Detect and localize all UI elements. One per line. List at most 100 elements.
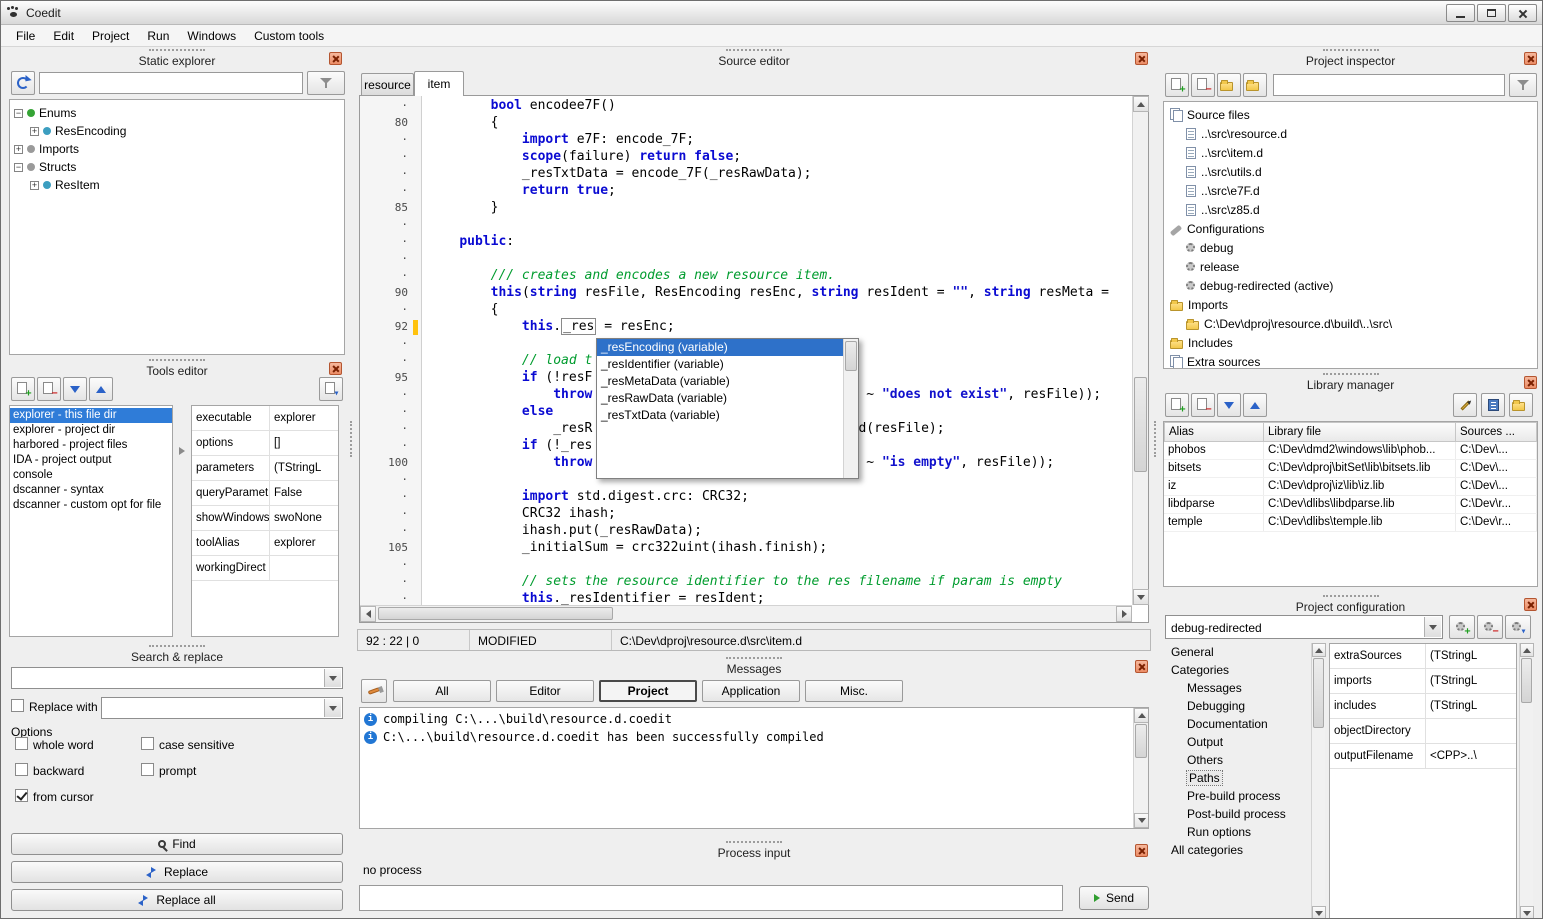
column-header-library-file[interactable]: Library file <box>1264 422 1456 442</box>
inspector-item-src-utils-d[interactable]: ..\src\utils.d <box>1164 162 1537 181</box>
code-line[interactable]: · /// creates and encodes a new resource… <box>360 268 1132 285</box>
dropdown-button[interactable] <box>324 699 341 717</box>
move-library-down-button[interactable] <box>1217 393 1241 417</box>
remove-tool-button[interactable]: − <box>37 377 61 401</box>
code-line[interactable]: · import std.digest.crc: CRC32; <box>360 489 1132 506</box>
property-row-workingdirect[interactable]: workingDirect <box>192 556 338 581</box>
category-documentation[interactable]: Documentation <box>1165 715 1309 733</box>
filter-misc[interactable]: Misc. <box>805 680 903 702</box>
tree-item-resencoding[interactable]: +ResEncoding <box>10 122 344 140</box>
code-line[interactable]: · <box>360 557 1132 574</box>
menu-custom-tools[interactable]: Custom tools <box>245 26 333 46</box>
add-library-folder-button[interactable] <box>1509 393 1533 417</box>
category-general[interactable]: General <box>1165 643 1309 661</box>
collapse-icon[interactable]: − <box>14 109 23 118</box>
send-button[interactable]: Send <box>1079 886 1149 910</box>
library-row-libdparse[interactable]: libdparseC:\Dev\dlibs\libdparse.libC:\De… <box>1164 496 1537 514</box>
replace-term-combo[interactable] <box>101 697 343 719</box>
property-value[interactable]: explorer <box>270 406 338 430</box>
panel-close-icon[interactable] <box>1135 660 1148 673</box>
scroll-left-button[interactable] <box>360 606 376 622</box>
dropdown-button[interactable] <box>324 669 341 687</box>
property-row-extrasources[interactable]: extraSources(TStringL <box>1330 644 1516 669</box>
property-row-imports[interactable]: imports(TStringL <box>1330 669 1516 694</box>
inspector-item-release[interactable]: release <box>1164 257 1537 276</box>
tool-item-ida-project-output[interactable]: IDA - project output <box>10 453 172 468</box>
filter-project[interactable]: Project <box>599 680 697 702</box>
category-pre-build-process[interactable]: Pre-build process <box>1165 787 1309 805</box>
completion-item-residentifier-variable[interactable]: _resIdentifier (variable) <box>597 356 858 373</box>
code-line[interactable]: 90 this(string resFile, ResEncoding resE… <box>360 285 1132 302</box>
category-debugging[interactable]: Debugging <box>1165 697 1309 715</box>
menu-project[interactable]: Project <box>83 26 138 46</box>
find-button[interactable]: Find <box>11 833 343 855</box>
property-value[interactable]: (TStringL <box>1426 669 1516 693</box>
add-library-button[interactable]: + <box>1165 393 1189 417</box>
drag-grip-icon[interactable] <box>149 49 205 51</box>
drag-grip-icon[interactable] <box>1323 373 1379 375</box>
scrollbar-thumb[interactable] <box>1135 724 1147 758</box>
clone-configuration-button[interactable]: ▾ <box>1505 615 1531 639</box>
drag-grip-icon[interactable] <box>726 49 782 51</box>
property-value[interactable]: (TStringL <box>1426 694 1516 718</box>
process-input-field[interactable] <box>359 885 1063 911</box>
property-row-executable[interactable]: executableexplorer <box>192 406 338 431</box>
prompt-checkbox[interactable] <box>141 763 154 776</box>
move-up-button[interactable] <box>89 377 113 401</box>
tool-item-dscanner-syntax[interactable]: dscanner - syntax <box>10 483 172 498</box>
code-line[interactable]: · public: <box>360 234 1132 251</box>
symbol-filter-input[interactable] <box>39 72 303 94</box>
close-button[interactable] <box>1508 4 1537 22</box>
code-line[interactable]: · _resTxtData = encode_7F(_resRawData); <box>360 166 1132 183</box>
property-value[interactable]: False <box>270 481 338 505</box>
inspector-item-c-dev-dproj-resource-d-build-src[interactable]: C:\Dev\dproj\resource.d\build\..\src\ <box>1164 314 1537 333</box>
inspector-item-src-z85-d[interactable]: ..\src\z85.d <box>1164 200 1537 219</box>
search-header[interactable]: Search & replace <box>9 643 345 665</box>
scroll-down-button[interactable] <box>1134 813 1149 828</box>
clear-messages-button[interactable] <box>361 679 387 703</box>
completion-item-resmetadata-variable[interactable]: _resMetaData (variable) <box>597 373 858 390</box>
property-row-parameters[interactable]: parameters(TStringL <box>192 456 338 481</box>
filter-application[interactable]: Application <box>702 680 800 702</box>
move-down-button[interactable] <box>63 377 87 401</box>
configuration-select[interactable]: debug-redirected <box>1165 615 1443 639</box>
code-line[interactable]: · { <box>360 302 1132 319</box>
backward-checkbox[interactable] <box>15 763 28 776</box>
menu-edit[interactable]: Edit <box>44 26 83 46</box>
inspector-item-debug[interactable]: debug <box>1164 238 1537 257</box>
add-configuration-button[interactable]: + <box>1449 615 1475 639</box>
title-bar[interactable]: Coedit <box>1 1 1542 25</box>
panel-close-icon[interactable] <box>1524 52 1537 65</box>
property-row-toolalias[interactable]: toolAliasexplorer <box>192 531 338 556</box>
inspector-item-src-e7f-d[interactable]: ..\src\e7F.d <box>1164 181 1537 200</box>
replace-button[interactable]: Replace <box>11 861 343 883</box>
code-line[interactable]: · import e7F: encode_7F; <box>360 132 1132 149</box>
property-value[interactable]: (TStringL <box>270 456 338 480</box>
tree-item-imports[interactable]: +Imports <box>10 140 344 158</box>
popup-scrollbar[interactable] <box>843 339 858 478</box>
inspector-item-extra-sources[interactable]: Extra sources <box>1164 352 1537 369</box>
add-folder-button[interactable] <box>1243 73 1267 97</box>
scroll-up-button[interactable] <box>1133 96 1149 112</box>
tree-item-enums[interactable]: −Enums <box>10 104 344 122</box>
replace-all-button[interactable]: Replace all <box>11 889 343 911</box>
project-inspector-header[interactable]: Project inspector <box>1161 47 1540 69</box>
code-line[interactable]: · CRC32 ihash; <box>360 506 1132 523</box>
process-input-header[interactable]: Process input <box>357 839 1151 861</box>
inspector-filter-button[interactable] <box>1509 73 1537 97</box>
panel-close-icon[interactable] <box>329 362 342 375</box>
code-line[interactable]: 92 this._res = resEnc; <box>360 319 1132 336</box>
code-line[interactable]: · // sets the resource identifier to the… <box>360 574 1132 591</box>
expand-icon[interactable]: + <box>14 145 23 154</box>
panel-close-icon[interactable] <box>1524 598 1537 611</box>
completion-item-resrawdata-variable[interactable]: _resRawData (variable) <box>597 390 858 407</box>
tool-item-dscanner-custom-opt-for-file[interactable]: dscanner - custom opt for file <box>10 498 172 513</box>
category-run-options[interactable]: Run options <box>1165 823 1309 841</box>
remove-configuration-button[interactable]: − <box>1477 615 1503 639</box>
refresh-button[interactable] <box>11 71 35 95</box>
project-configuration-header[interactable]: Project configuration <box>1161 593 1540 615</box>
edit-library-button[interactable] <box>1453 393 1477 417</box>
library-row-temple[interactable]: templeC:\Dev\dlibs\temple.libC:\Dev\r... <box>1164 514 1537 532</box>
tool-item-console[interactable]: console <box>10 468 172 483</box>
menu-file[interactable]: File <box>7 26 44 46</box>
